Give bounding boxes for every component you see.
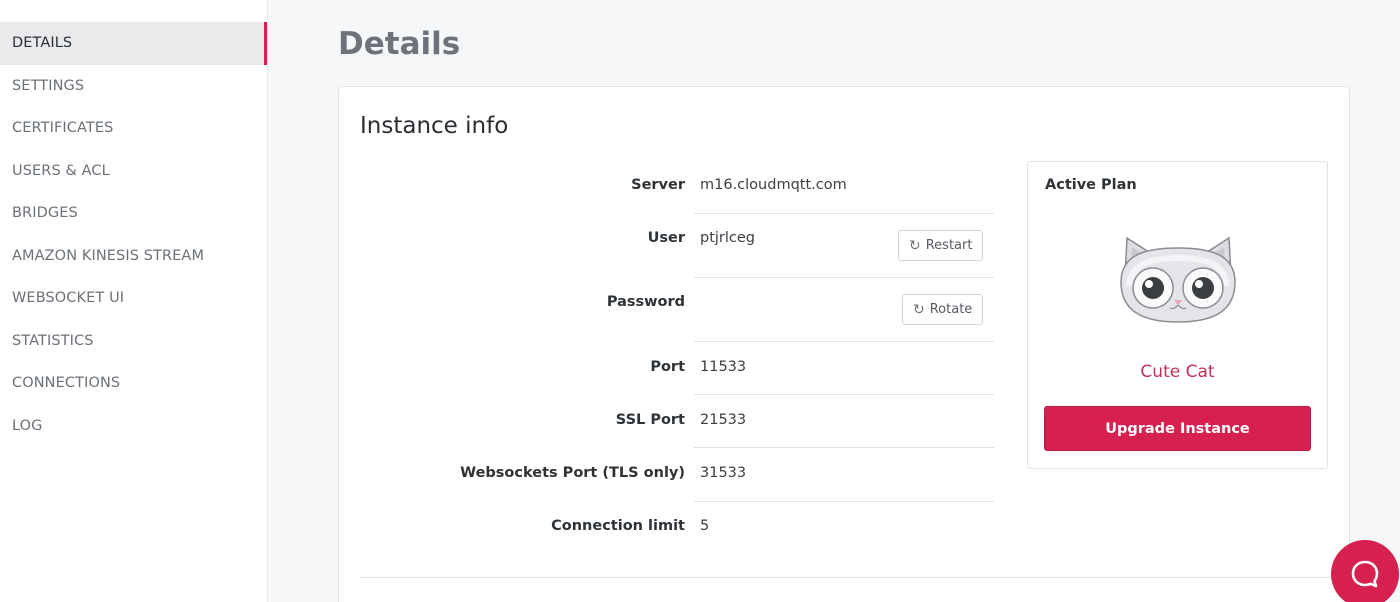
chat-bubble-icon[interactable]: [1331, 540, 1399, 602]
rotate-label: Rotate: [929, 302, 973, 317]
ssl-port-label: SSL Port: [615, 412, 685, 428]
refresh-icon: ↻: [913, 301, 925, 318]
instance-info-title: Instance info: [360, 113, 509, 139]
instance-info-card: Instance info Server m16.cloudmqtt.com U…: [338, 86, 1350, 602]
active-plan-panel: Active Plan Cute Cat Upgrade Instance: [1027, 161, 1328, 469]
restart-button[interactable]: ↻ Restart: [898, 230, 984, 261]
rotate-button[interactable]: ↻ Rotate: [902, 294, 984, 325]
sidebar-item-log[interactable]: LOG: [0, 405, 267, 448]
port-label: Port: [650, 359, 685, 375]
websockets-port-value: 31533: [700, 465, 747, 481]
row-divider: [694, 394, 994, 395]
ssl-port-value: 21533: [700, 412, 747, 428]
sidebar-item-settings[interactable]: SETTINGS: [0, 65, 267, 108]
user-value: ptjrlceg: [700, 230, 756, 246]
connection-limit-label: Connection limit: [551, 518, 685, 534]
port-value: 11533: [700, 359, 747, 375]
sidebar-item-websocket-ui[interactable]: WEBSOCKET UI: [0, 277, 267, 320]
row-divider: [694, 501, 994, 502]
page-title: Details: [338, 26, 461, 62]
upgrade-instance-button[interactable]: Upgrade Instance: [1044, 406, 1311, 451]
active-plan-heading: Active Plan: [1045, 177, 1137, 193]
server-label: Server: [631, 177, 685, 193]
card-bottom-divider: [360, 577, 1330, 578]
row-divider: [694, 277, 994, 278]
sidebar-item-users-acl[interactable]: USERS & ACL: [0, 150, 267, 193]
sidebar-item-connections[interactable]: CONNECTIONS: [0, 362, 267, 405]
sidebar-item-details[interactable]: DETAILS: [0, 22, 267, 65]
main-content: Details Instance info Server m16.cloudmq…: [268, 0, 1400, 602]
sidebar-item-certificates[interactable]: CERTIFICATES: [0, 107, 267, 150]
row-divider: [694, 341, 994, 342]
sidebar-item-bridges[interactable]: BRIDGES: [0, 192, 267, 235]
websockets-port-label: Websockets Port (TLS only): [460, 465, 685, 481]
row-divider: [694, 213, 994, 214]
refresh-icon: ↻: [909, 237, 921, 254]
cat-mascot-icon: [1117, 230, 1239, 326]
sidebar-item-amazon-kinesis-stream[interactable]: AMAZON KINESIS STREAM: [0, 235, 267, 278]
password-label: Password: [606, 294, 685, 310]
server-value: m16.cloudmqtt.com: [700, 177, 847, 193]
restart-label: Restart: [925, 238, 973, 253]
sidebar-nav: DETAILS SETTINGS CERTIFICATES USERS & AC…: [0, 0, 268, 602]
row-divider: [694, 447, 994, 448]
plan-name: Cute Cat: [1140, 362, 1215, 382]
connection-limit-value: 5: [700, 518, 710, 534]
sidebar-item-statistics[interactable]: STATISTICS: [0, 320, 267, 363]
user-label: User: [647, 230, 685, 246]
